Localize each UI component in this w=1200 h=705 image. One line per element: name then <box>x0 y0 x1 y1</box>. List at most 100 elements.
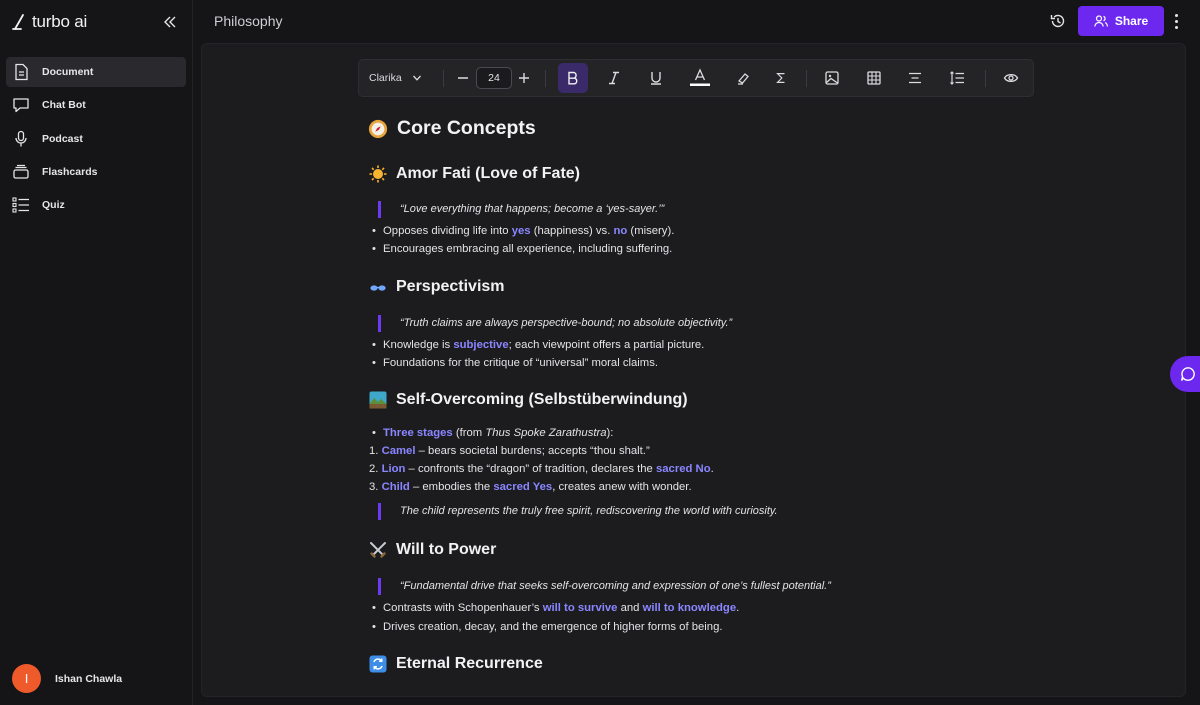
section-heading-amor-fati: Amor Fati (Love of Fate) <box>368 164 580 184</box>
underline-button[interactable] <box>648 60 664 96</box>
sigma-icon <box>776 73 785 83</box>
share-button[interactable]: Share <box>1078 6 1164 36</box>
repeat-icon <box>368 654 388 674</box>
italic-button[interactable] <box>606 60 622 96</box>
blockquote: “Love everything that happens; become a … <box>378 201 664 218</box>
sidebar-item-label: Chat Bot <box>42 99 86 112</box>
users-icon <box>1094 15 1108 27</box>
document-heading-core-concepts: Core Concepts <box>368 117 536 140</box>
highlighter-icon <box>737 73 749 85</box>
toolbar-divider <box>806 70 807 87</box>
sidebar-item-label: Podcast <box>42 132 83 145</box>
list-item: • Drives creation, decay, and the emergen… <box>372 621 723 633</box>
increase-font-size-button[interactable] <box>516 60 532 96</box>
more-options-button[interactable] <box>1172 12 1180 30</box>
document-icon <box>15 63 28 81</box>
ordered-list-item: 1. Camel – bears societal burdens; accep… <box>369 445 650 457</box>
section-heading-self-overcoming: Self-Overcoming (Selbstüberwindung) <box>368 390 688 410</box>
microphone-icon <box>15 130 27 147</box>
blockquote: “Truth claims are always perspective-bou… <box>378 315 732 332</box>
document-panel: Clarika 24 Core Concepts Amor Fati (Love… <box>201 43 1186 697</box>
sidebar-item-label: Document <box>42 66 94 78</box>
underline-icon <box>651 72 661 85</box>
section-heading-perspectivism: Perspectivism <box>368 277 505 297</box>
toolbar-divider <box>985 70 986 87</box>
sidebar-item-podcast[interactable]: Podcast <box>6 124 186 154</box>
collapse-sidebar-icon[interactable] <box>162 14 178 30</box>
heading-text: Eternal Recurrence <box>396 655 543 672</box>
heading-text: Will to Power <box>396 541 497 558</box>
line-spacing-icon <box>950 71 964 85</box>
align-center-icon <box>909 72 921 84</box>
list-item: • Encourages embracing all experience, in… <box>372 243 673 255</box>
share-label: Share <box>1114 14 1149 28</box>
italic-icon <box>609 71 619 85</box>
sidebar-item-quiz[interactable]: Quiz <box>6 190 186 220</box>
more-dot-icon <box>1174 25 1178 29</box>
decrease-font-size-button[interactable] <box>455 60 471 96</box>
preview-button[interactable] <box>1003 60 1019 96</box>
blockquote: The child represents the truly free spir… <box>378 503 778 520</box>
sidebar-item-flashcards[interactable]: Flashcards <box>6 157 186 187</box>
bold-button[interactable] <box>558 63 588 93</box>
sun-icon <box>368 164 388 184</box>
toolbar-divider <box>443 70 444 87</box>
chat-icon <box>1181 367 1195 381</box>
sidebar-item-chat-bot[interactable]: Chat Bot <box>6 90 186 120</box>
crossed-swords-icon <box>368 540 388 560</box>
checklist-icon <box>12 197 29 213</box>
sidebar-item-label: Quiz <box>42 199 65 212</box>
list-item: • Three stages (from Thus Spoke Zarathust… <box>372 427 614 439</box>
bold-icon <box>568 71 578 85</box>
list-item: • Opposes dividing life into yes (happine… <box>372 225 675 237</box>
font-family-value: Clarika <box>369 72 402 84</box>
equation-button[interactable] <box>774 60 788 96</box>
font-family-select[interactable]: Clarika <box>369 60 429 96</box>
heading-text: Perspectivism <box>396 278 505 295</box>
heading-text: Amor Fati (Love of Fate) <box>396 165 581 182</box>
more-dot-icon <box>1174 19 1178 23</box>
ordered-list-item: 2. Lion – confronts the “dragon” of trad… <box>369 463 714 475</box>
image-icon <box>825 71 839 85</box>
text-color-button[interactable] <box>689 60 711 96</box>
heading-text: Core Concepts <box>397 117 536 139</box>
align-center-button[interactable] <box>907 60 923 96</box>
sidebar-item-label: Flashcards <box>42 165 98 178</box>
line-spacing-button[interactable] <box>949 60 965 96</box>
list-item: • Knowledge is subjective; each viewpoint… <box>372 339 705 351</box>
glasses-icon <box>368 277 388 297</box>
sidebar-item-document[interactable]: Document <box>6 57 186 87</box>
insert-image-button[interactable] <box>824 60 840 96</box>
user-profile[interactable]: I Ishan Chawla <box>12 664 122 693</box>
sidebar: turbo ai Document Chat Bot Podcast Flash… <box>0 0 193 705</box>
avatar: I <box>12 664 41 693</box>
eye-icon <box>1003 73 1019 83</box>
font-size-input[interactable] <box>476 67 512 89</box>
list-item: • Contrasts with Schopenhauer’s will to s… <box>372 602 740 614</box>
brand-logo[interactable]: turbo ai <box>12 12 87 32</box>
section-heading-will-to-power: Will to Power <box>368 540 496 560</box>
plus-icon <box>519 73 529 83</box>
cards-icon <box>13 164 29 179</box>
sidebar-nav: Document Chat Bot Podcast Flashcards Qui… <box>6 57 186 223</box>
minus-icon <box>458 77 468 79</box>
text-color-icon <box>690 68 710 86</box>
highlight-button[interactable] <box>735 60 751 96</box>
blockquote: “Fundamental drive that seeks self-overc… <box>378 578 831 595</box>
chat-fab-button[interactable] <box>1170 356 1200 392</box>
chat-bubble-icon <box>13 98 29 113</box>
brand-name: turbo ai <box>32 12 88 31</box>
more-dot-icon <box>1174 13 1178 17</box>
formatting-toolbar: Clarika <box>358 59 1034 97</box>
history-icon[interactable] <box>1049 12 1067 30</box>
page-title: Philosophy <box>214 13 283 29</box>
table-icon <box>867 71 881 85</box>
list-item: • Foundations for the critique of “univer… <box>372 357 659 369</box>
mountain-landscape-icon <box>368 390 388 410</box>
user-name: Ishan Chawla <box>55 672 123 685</box>
turbo-logo-icon <box>12 14 24 30</box>
insert-table-button[interactable] <box>866 60 882 96</box>
chevron-down-icon <box>412 75 421 81</box>
heading-text: Self-Overcoming (Selbstüberwindung) <box>396 391 688 408</box>
section-heading-eternal-recurrence: Eternal Recurrence <box>368 654 543 674</box>
